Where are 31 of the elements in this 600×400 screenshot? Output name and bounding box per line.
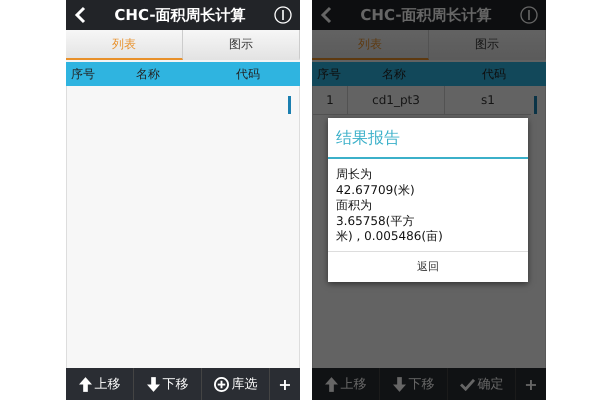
screen-title: CHC-面积周长计算 [113, 6, 247, 24]
dialog-text-line: 面积为 [336, 198, 372, 214]
column-header: 序号 [70, 66, 96, 82]
back-icon[interactable] [74, 6, 86, 24]
up-arrow-icon [78, 376, 92, 392]
dialog-text-line: 米) , 0.005486(亩) [336, 229, 443, 245]
column-header: 名称 [381, 66, 407, 82]
dialog-text-line: 周长为 [336, 167, 372, 183]
column-header: 序号 [316, 66, 342, 82]
info-icon[interactable] [274, 6, 292, 24]
screen-title: CHC-面积周长计算 [359, 6, 493, 24]
table-cell: cd1_pt3 [348, 86, 445, 114]
add-circle-icon [214, 376, 228, 392]
column-header: 代码 [235, 66, 261, 82]
return-button[interactable]: 返回 [328, 252, 528, 282]
scrollbar[interactable] [288, 96, 291, 114]
scrollbar[interactable] [534, 96, 537, 114]
tab[interactable]: 列表 [66, 30, 183, 60]
tab[interactable]: 图示 [183, 30, 300, 60]
tab[interactable]: 图示 [429, 30, 546, 60]
check-icon [460, 378, 474, 390]
up-arrow-icon [324, 376, 338, 392]
down-arrow-icon [392, 376, 406, 392]
column-header: 代码 [481, 66, 507, 82]
table-cell: 1 [313, 86, 348, 114]
dialog-title: 结果报告 [328, 118, 528, 159]
down-arrow-icon [146, 376, 160, 392]
column-header: 名称 [135, 66, 161, 82]
dialog-text-line: 42.67709(米) [336, 182, 415, 198]
table-cell-text: s1 [480, 92, 496, 109]
dialog-text-line: 3.65758(平方 [336, 214, 414, 230]
